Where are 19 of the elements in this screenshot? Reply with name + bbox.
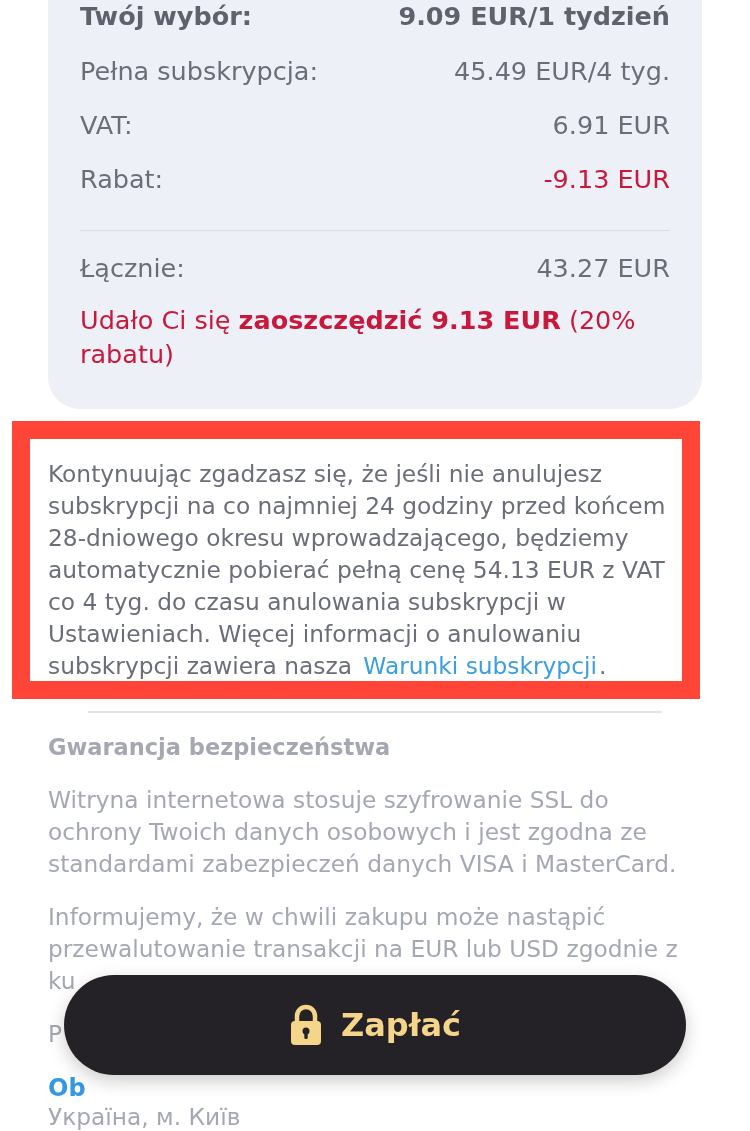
address-text: Україна, м. Київ [48, 1103, 242, 1130]
info-paragraph: Witryna internetowa stosuje szyfrowanie SSL do ochrony Twoich danych osobowych i jest zgodna ze standardami zabezpieczeń danych VISA i MasterCard. [48, 785, 678, 879]
summary-label: Rabat: [80, 164, 164, 194]
summary-label: Twój wybór: [80, 1, 252, 31]
savings-note: Udało Ci się zaoszczędzić 9.13 EUR (20% rabatu) [80, 304, 637, 371]
summary-value: 9.09 EUR/1 tydzień [398, 1, 670, 31]
summary-value: 45.49 EUR/4 tyg. [454, 56, 670, 86]
contact-link[interactable]: Ob [48, 1076, 86, 1101]
total-value: 43.27 EUR [536, 253, 670, 283]
total-label: Łącznie: [80, 253, 185, 283]
summary-value: 6.91 EUR [552, 110, 670, 140]
summary-label: Pełna subskrypcja: [80, 56, 319, 86]
lock-icon [288, 1004, 323, 1046]
section-title: Gwarancja bezpieczeństwa [48, 733, 392, 762]
summary-value: -9.13 EUR [543, 164, 670, 194]
contact-text: P [48, 1019, 63, 1049]
summary-label: VAT: [80, 110, 133, 140]
terms-link[interactable]: Warunki subskrypcji [363, 652, 597, 679]
terms-notice: Kontynuując zgadzasz się, że jeśli nie anulujesz subskrypcji na co najmniej 24 godziny przed końcem 28-dniowego okresu wprowadzającego, będziemy automatycznie pobierać pełną cenę 54.13 EUR z VAT co 4 tyg. do czasu anulowania subskrypcji w Ustawieniach. Więcej informacji o anulowaniu subskrypcji zawiera nasza Warunki subskrypcji. [48, 459, 667, 681]
